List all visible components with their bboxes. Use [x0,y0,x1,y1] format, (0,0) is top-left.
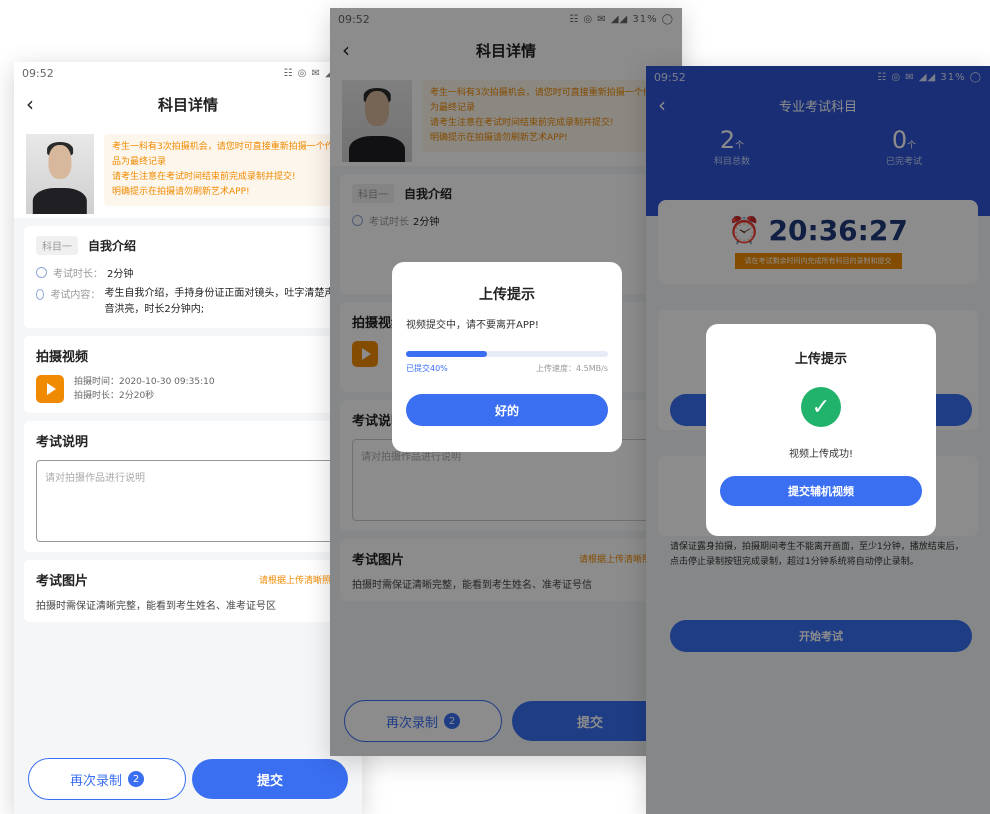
upload-success-modal: 上传提示 ✓ 视频上传成功! 提交辅机视频 [706,324,936,536]
upload-progress-modal: 上传提示 视频提交中，请不要离开APP! 已提交40% 上传速度：4.5MB/s… [392,262,622,452]
content-value: 考生自我介绍，手持身份证正面对镜头，吐字清楚声音洪亮，时长2分钟内; [104,288,335,315]
document-icon [36,289,45,300]
video-item[interactable]: 拍摄时间：2020-10-30 09:35:10 拍摄时长：2分20秒 [36,375,340,403]
ok-button[interactable]: 好的 [406,394,608,426]
exam-photo-title: 考试图片 [36,574,89,589]
candidate-header: 考生一科有3次拍摄机会，请您时可直接重新拍摄一个作品为最终记录 请考生注意在考试… [14,124,362,218]
exam-desc-card: 考试说明 请对拍摄作品进行说明 [24,421,352,552]
subject-label: 科目一 [36,236,78,255]
duration-label: 考试时长： [53,269,103,280]
exam-desc-title: 考试说明 [36,435,89,450]
submit-button[interactable]: 提交 [192,759,348,799]
rerecord-label: 再次录制 [69,773,122,789]
subject-info-card: 科目一 自我介绍 考试时长： 2分钟 考试内容： 考生自我介绍，手持身份证正面对… [24,226,352,328]
modal-message: 视频上传成功! [788,449,853,460]
nav-bar: ‹ 科目详情 [14,84,362,124]
duration-value: 2分钟 [107,269,134,280]
submit-secondary-video-button[interactable]: 提交辅机视频 [720,476,922,506]
success-check-icon: ✓ [801,387,841,427]
status-time: 09:52 [22,66,54,80]
right-phone-screen: 09:52 ☷ ◎ ✉ ◢◢ 31% ◯ ‹ 专业考试科目 2个 科目总数 0个… [646,66,990,814]
video-card: 拍摄视频 拍摄时间：2020-10-30 09:35:10 拍摄时长：2分20秒 [24,336,352,413]
modal-title: 上传提示 [479,287,535,303]
modal-message: 视频提交中，请不要离开APP! [406,320,539,331]
back-arrow-icon[interactable]: ‹ [26,92,34,116]
content-label: 考试内容： [50,290,101,301]
middle-phone-screen: 09:52 ☷ ◎ ✉ ◢◢ 31% ◯ ‹ 科目详情 考生一科有3次拍摄机会，… [330,8,682,756]
upload-progress-fill [406,351,487,357]
play-icon[interactable] [36,375,64,403]
status-bar: 09:52 ☷ ◎ ✉ ◢◢ 3 [14,62,362,84]
modal-title: 上传提示 [794,352,847,367]
exam-photo-card: 考试图片 请根据上传清晰照片 拍摄时需保证清晰完整，能看到考生姓名、准考证号区 [24,560,352,622]
subject-name: 自我介绍 [88,239,137,253]
bottom-actions: 再次录制 2 提交 [14,758,362,800]
exam-desc-textarea[interactable]: 请对拍摄作品进行说明 [36,460,340,542]
video-section-title: 拍摄视频 [36,350,89,365]
left-phone-screen: 09:52 ☷ ◎ ✉ ◢◢ 3 ‹ 科目详情 考生一科有3次拍摄机会，请您时可… [14,62,362,814]
video-time: 拍摄时间：2020-10-30 09:35:10 [74,377,215,387]
exam-photo-desc: 拍摄时需保证清晰完整，能看到考生姓名、准考证号区 [36,601,276,612]
note-item: 明确提示在拍摄请勿刷新艺术APP! [112,187,250,197]
exam-notes: 考生一科有3次拍摄机会，请您时可直接重新拍摄一个作品为最终记录 请考生注意在考试… [104,134,350,206]
rerecord-button[interactable]: 再次录制 2 [28,758,186,800]
upload-progress-bar [406,351,608,357]
exam-photo-link[interactable]: 请根据上传清晰照片 [259,573,340,586]
progress-label: 已提交40% [406,364,448,373]
note-item: 请考生注意在考试时间结束前完成录制并提交! [112,172,296,182]
clock-icon [36,267,47,278]
rerecord-count-badge: 2 [128,771,144,787]
page-title: 科目详情 [157,95,218,114]
upload-speed: 上传速度：4.5MB/s [536,364,608,373]
candidate-photo [26,134,94,214]
video-length: 拍摄时长：2分20秒 [74,391,155,401]
note-item: 考生一科有3次拍摄机会，请您时可直接重新拍摄一个作品为最终记录 [112,142,334,167]
